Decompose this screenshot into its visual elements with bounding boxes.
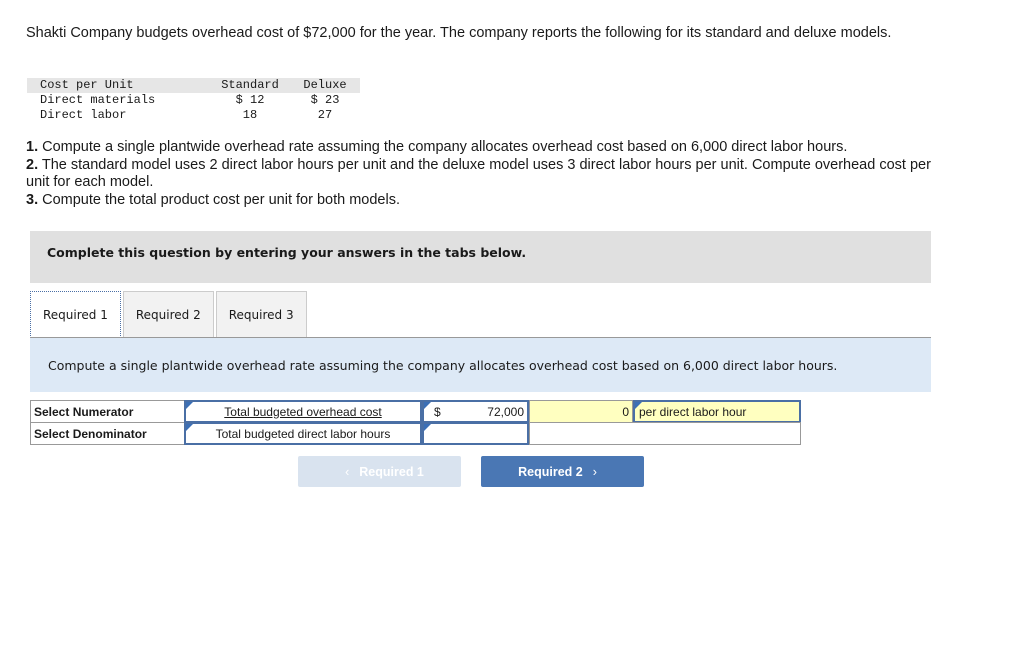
tab-required-3[interactable]: Required 3	[215, 291, 307, 337]
denominator-label: Select Denominator	[30, 422, 185, 445]
question-list: 1. Compute a single plantwide overhead r…	[26, 139, 956, 209]
dropdown-indicator-icon	[186, 402, 193, 409]
question-number: 3.	[26, 191, 39, 208]
numerator-value: 72,000	[487, 404, 524, 419]
next-required-button[interactable]: Required 2 ›	[481, 456, 644, 487]
question-item: 1. Compute a single plantwide overhead r…	[26, 139, 956, 157]
dropdown-indicator-icon	[186, 424, 193, 431]
denominator-select[interactable]: Total budgeted direct labor hours	[184, 422, 422, 445]
table-header-cell: Cost per Unit	[27, 78, 210, 93]
cost-per-unit-table: Cost per Unit Standard Deluxe Direct mat…	[27, 78, 360, 123]
question-number: 2.	[26, 156, 39, 173]
table-header-cell: Deluxe	[290, 78, 360, 93]
dropdown-indicator-icon	[424, 424, 431, 431]
rate-unit-value: per direct labor hour	[639, 404, 747, 419]
tab-required-1[interactable]: Required 1	[30, 291, 121, 338]
dropdown-indicator-icon	[424, 402, 431, 409]
currency-symbol: $	[434, 404, 441, 419]
question-item: 2. The standard model uses 2 direct labo…	[26, 157, 956, 192]
numerator-select-value: Total budgeted overhead cost	[224, 404, 382, 419]
tab-instruction-panel: Compute a single plantwide overhead rate…	[30, 338, 931, 392]
table-cell: $ 23	[310, 93, 340, 107]
table-cell: $ 12	[235, 93, 265, 107]
tab-required-2[interactable]: Required 2	[122, 291, 214, 337]
chevron-left-icon: ‹	[345, 464, 350, 479]
dropdown-indicator-icon	[635, 402, 642, 409]
tab-instruction-text: Compute a single plantwide overhead rate…	[48, 358, 838, 373]
table-cell: Direct labor	[40, 108, 127, 122]
tab-bar: Required 1 Required 2 Required 3	[30, 291, 309, 338]
rate-unit-select[interactable]: per direct labor hour	[633, 400, 801, 423]
table-header-cell: Standard	[210, 78, 290, 93]
table-header-row: Cost per Unit Standard Deluxe	[27, 78, 360, 93]
instructions-banner: Complete this question by entering your …	[30, 231, 931, 283]
table-cell: Direct materials	[40, 93, 156, 107]
prev-button-label: Required 1	[359, 464, 424, 479]
question-text: The standard model uses 2 direct labor h…	[26, 156, 931, 191]
question-text: Compute a single plantwide overhead rate…	[38, 139, 848, 155]
denominator-input[interactable]	[422, 422, 529, 445]
banner-text: Complete this question by entering your …	[47, 245, 527, 260]
table-cell: 18	[242, 108, 258, 122]
denominator-select-value: Total budgeted direct labor hours	[215, 426, 391, 441]
problem-intro: Shakti Company budgets overhead cost of …	[26, 25, 892, 41]
table-cell: 27	[317, 108, 333, 122]
table-row: Direct labor 18 27	[27, 108, 360, 123]
question-item: 3. Compute the total product cost per un…	[26, 192, 956, 210]
prev-required-button[interactable]: ‹ Required 1	[298, 456, 461, 487]
table-row: Direct materials $ 12 $ 23	[27, 93, 360, 108]
question-text: Compute the total product cost per unit …	[38, 191, 400, 208]
empty-result-cell	[529, 422, 801, 445]
chevron-right-icon: ›	[592, 464, 597, 479]
next-button-label: Required 2	[518, 464, 583, 479]
numerator-input[interactable]: $ 72,000	[422, 400, 529, 423]
question-number: 1.	[26, 139, 39, 155]
numerator-select[interactable]: Total budgeted overhead cost	[184, 400, 422, 423]
numerator-label: Select Numerator	[30, 400, 185, 423]
rate-result-value: 0	[529, 400, 633, 423]
